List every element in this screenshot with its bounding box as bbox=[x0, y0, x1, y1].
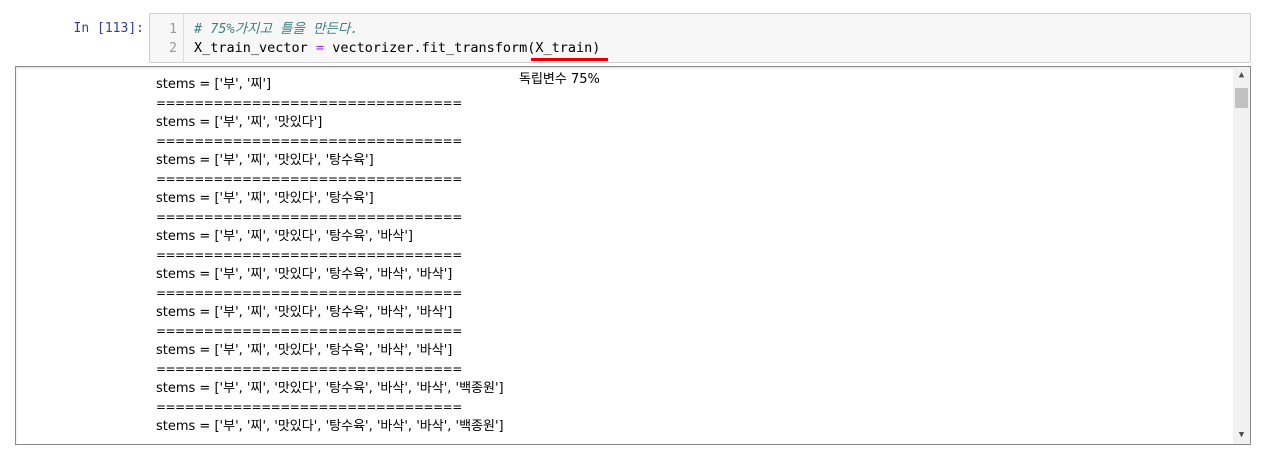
vertical-scrollbar[interactable]: ▲ ▼ bbox=[1233, 67, 1250, 444]
code-variable: X_train_vector bbox=[194, 40, 316, 56]
code-line: X_train_vector = vectorizer.fit_transfor… bbox=[194, 39, 600, 58]
separator-line: ================================ bbox=[156, 363, 462, 376]
separator-line: ================================ bbox=[156, 211, 462, 224]
scrollbar-thumb[interactable] bbox=[1235, 88, 1248, 108]
output-line: stems = ['부', '찌', '맛있다'] bbox=[156, 115, 323, 130]
line-number-gutter: 1 2 bbox=[150, 14, 184, 62]
line-number: 2 bbox=[169, 41, 177, 56]
output-line: stems = ['부', '찌', '맛있다', '탕수육', '바삭', '… bbox=[156, 343, 453, 358]
separator-line: ================================ bbox=[156, 249, 462, 262]
scroll-down-arrow-icon[interactable]: ▼ bbox=[1233, 427, 1250, 444]
code-operator: = bbox=[315, 40, 325, 56]
output-line: stems = ['부', '찌', '맛있다', '탕수육'] bbox=[156, 191, 374, 206]
output-line: stems = ['부', '찌', '맛있다', '탕수육', '바삭', '… bbox=[156, 381, 504, 396]
output-text: ================================ stems = … bbox=[156, 67, 504, 439]
separator-line: ================================ bbox=[156, 97, 462, 110]
separator-line: ================================ bbox=[156, 173, 462, 186]
code-input-area[interactable]: 1 2 # 75%가지고 틀을 만든다. X_train_vector = ve… bbox=[149, 13, 1251, 63]
output-area[interactable]: ================================ stems = … bbox=[15, 66, 1251, 445]
output-line: stems = ['부', '찌', '맛있다', '탕수육', '바삭', '… bbox=[156, 305, 453, 320]
line-number: 1 bbox=[169, 22, 177, 37]
output-line: stems = ['부', '찌', '맛있다', '탕수육', '바삭', '… bbox=[156, 267, 453, 282]
separator-line: ================================ bbox=[156, 135, 462, 148]
output-line: stems = ['부', '찌', '맛있다', '탕수육'] bbox=[156, 153, 374, 168]
red-underline-annotation bbox=[531, 58, 608, 61]
code-editor[interactable]: # 75%가지고 틀을 만든다. X_train_vector = vector… bbox=[194, 20, 600, 58]
code-expression: vectorizer.fit_transform(X_train) bbox=[324, 40, 601, 56]
separator-line: ================================ bbox=[156, 401, 462, 414]
separator-line: ================================ bbox=[156, 287, 462, 300]
separator-line: ================================ bbox=[156, 325, 462, 338]
output-line: stems = ['부', '찌'] bbox=[156, 77, 272, 92]
output-line: stems = ['부', '찌', '맛있다', '탕수육', '바삭'] bbox=[156, 229, 414, 244]
code-comment-line: # 75%가지고 틀을 만든다. bbox=[194, 21, 359, 37]
scroll-up-arrow-icon[interactable]: ▲ bbox=[1233, 67, 1250, 84]
annotation-label: 독립변수 75% bbox=[519, 72, 600, 87]
cell-prompt: In [113]: bbox=[73, 21, 144, 36]
output-line: stems = ['부', '찌', '맛있다', '탕수육', '바삭', '… bbox=[156, 419, 504, 434]
